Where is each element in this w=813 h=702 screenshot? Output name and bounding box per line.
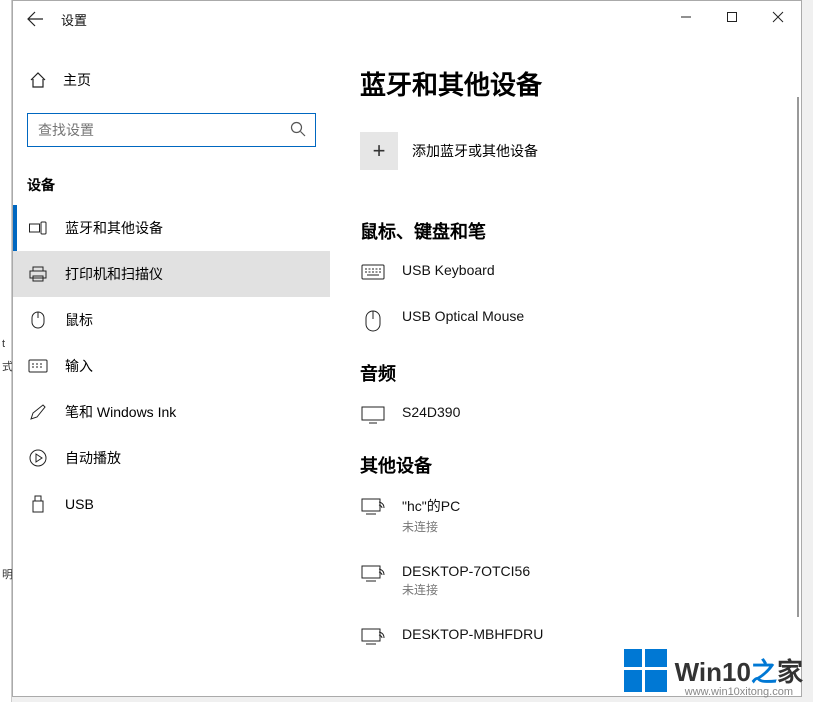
window-title: 设置 bbox=[61, 10, 87, 29]
group-title-input: 鼠标、键盘和笔 bbox=[360, 218, 771, 244]
device-item-pc2[interactable]: DESKTOP-7OTCI56 未连接 bbox=[360, 563, 771, 598]
sidebar-item-usb[interactable]: USB bbox=[13, 481, 330, 527]
main-panel: 蓝牙和其他设备 + 添加蓝牙或其他设备 鼠标、键盘和笔 USB Keyboard… bbox=[330, 37, 801, 696]
sidebar-item-label: 鼠标 bbox=[65, 310, 93, 330]
device-name: USB Keyboard bbox=[402, 262, 495, 278]
sidebar: 主页 设备 蓝牙和其他设备 打印机和扫描仪 鼠标 输入 bbox=[13, 37, 330, 696]
device-status: 未连接 bbox=[402, 518, 460, 535]
home-label: 主页 bbox=[63, 70, 91, 90]
maximize-button[interactable] bbox=[709, 1, 755, 33]
devices-icon bbox=[27, 221, 49, 235]
sidebar-item-label: 自动播放 bbox=[65, 448, 121, 468]
content-area: 主页 设备 蓝牙和其他设备 打印机和扫描仪 鼠标 输入 bbox=[13, 37, 801, 696]
search-input[interactable] bbox=[27, 113, 316, 147]
sidebar-item-label: USB bbox=[65, 496, 94, 512]
monitor-icon bbox=[360, 404, 386, 424]
search-icon bbox=[290, 121, 306, 137]
device-item-pc3[interactable]: DESKTOP-MBHFDRU bbox=[360, 626, 771, 646]
pen-icon bbox=[27, 403, 49, 421]
device-status: 未连接 bbox=[402, 581, 530, 598]
pc-network-icon bbox=[360, 626, 386, 646]
group-title-audio: 音频 bbox=[360, 360, 771, 386]
add-device-button[interactable]: + 添加蓝牙或其他设备 bbox=[360, 132, 771, 170]
window-controls bbox=[663, 1, 801, 33]
device-name: USB Optical Mouse bbox=[402, 308, 524, 324]
titlebar: 设置 bbox=[13, 1, 801, 37]
keyboard-icon bbox=[360, 262, 386, 280]
search-container bbox=[27, 113, 316, 147]
plus-icon: + bbox=[360, 132, 398, 170]
background-window-edge: t 式 明 bbox=[0, 0, 12, 702]
printer-icon bbox=[27, 266, 49, 282]
back-button[interactable] bbox=[13, 1, 57, 37]
device-name: S24D390 bbox=[402, 404, 460, 420]
group-title-other: 其他设备 bbox=[360, 452, 771, 478]
sidebar-item-label: 蓝牙和其他设备 bbox=[65, 218, 163, 238]
mouse-icon bbox=[27, 311, 49, 329]
device-item-keyboard[interactable]: USB Keyboard bbox=[360, 262, 771, 280]
pc-network-icon bbox=[360, 563, 386, 583]
settings-window: 设置 主页 设备 蓝牙和其他设备 打印机和扫描仪 bbox=[12, 0, 802, 697]
autoplay-icon bbox=[27, 449, 49, 467]
add-device-label: 添加蓝牙或其他设备 bbox=[412, 141, 538, 161]
sidebar-item-mouse[interactable]: 鼠标 bbox=[13, 297, 330, 343]
device-name: DESKTOP-7OTCI56 bbox=[402, 563, 530, 579]
close-button[interactable] bbox=[755, 1, 801, 33]
watermark-text: Win10之家 bbox=[675, 657, 803, 687]
watermark-url: www.win10xitong.com bbox=[685, 686, 793, 698]
sidebar-item-typing[interactable]: 输入 bbox=[13, 343, 330, 389]
mouse-icon bbox=[360, 308, 386, 332]
minimize-button[interactable] bbox=[663, 1, 709, 33]
device-item-pc1[interactable]: "hc"的PC 未连接 bbox=[360, 496, 771, 535]
watermark: Win10之家 www.win10xitong.com bbox=[624, 649, 803, 692]
sidebar-item-label: 笔和 Windows Ink bbox=[65, 402, 176, 422]
device-name: DESKTOP-MBHFDRU bbox=[402, 626, 543, 642]
minimize-icon bbox=[680, 11, 692, 23]
keyboard-icon bbox=[27, 359, 49, 373]
page-title: 蓝牙和其他设备 bbox=[360, 65, 771, 102]
back-arrow-icon bbox=[27, 11, 43, 27]
device-item-monitor[interactable]: S24D390 bbox=[360, 404, 771, 424]
sidebar-item-pen[interactable]: 笔和 Windows Ink bbox=[13, 389, 330, 435]
sidebar-item-label: 输入 bbox=[65, 356, 93, 376]
sidebar-item-bluetooth[interactable]: 蓝牙和其他设备 bbox=[13, 205, 330, 251]
scrollbar[interactable] bbox=[797, 97, 799, 617]
device-item-mouse[interactable]: USB Optical Mouse bbox=[360, 308, 771, 332]
maximize-icon bbox=[726, 11, 738, 23]
pc-network-icon bbox=[360, 496, 386, 516]
device-name: "hc"的PC bbox=[402, 496, 460, 516]
home-icon bbox=[27, 71, 49, 89]
windows-logo-icon bbox=[624, 649, 667, 692]
sidebar-section-header: 设备 bbox=[27, 175, 330, 195]
sidebar-item-label: 打印机和扫描仪 bbox=[65, 264, 163, 284]
sidebar-item-autoplay[interactable]: 自动播放 bbox=[13, 435, 330, 481]
usb-icon bbox=[27, 495, 49, 513]
sidebar-item-printers[interactable]: 打印机和扫描仪 bbox=[13, 251, 330, 297]
close-icon bbox=[772, 11, 784, 23]
home-button[interactable]: 主页 bbox=[13, 61, 330, 99]
